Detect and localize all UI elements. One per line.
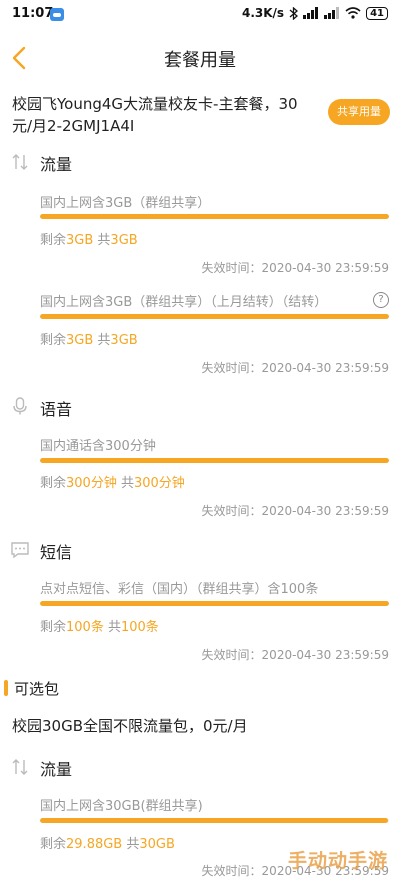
section-title-voice: 语音 xyxy=(40,400,73,419)
plan-name: 校园飞Young4G大流量校友卡-主套餐，30元/月2-2GMJ1A4I xyxy=(12,95,298,135)
wifi-icon xyxy=(345,7,361,19)
help-question-icon[interactable]: ? xyxy=(373,292,389,308)
usage-remaining: 剩余300分钟 共300分钟 xyxy=(40,476,185,491)
usage-progress-bar xyxy=(40,458,389,463)
section-title-data: 流量 xyxy=(40,155,73,174)
bluetooth-icon xyxy=(289,6,299,20)
status-indicators: 4.3K/s 41 xyxy=(242,6,388,20)
usage-remaining: 剩余3GB 共3GB xyxy=(40,233,138,248)
usage-progress-bar xyxy=(40,314,389,319)
expiry-time: 失效时间：2020-04-30 23:59:59 xyxy=(201,361,389,375)
page-title: 套餐用量 xyxy=(164,50,236,71)
expiry-time: 失效时间：2020-04-30 23:59:59 xyxy=(201,648,389,662)
section-accent-bar xyxy=(4,680,8,696)
usage-item-label: 国内上网含3GB（群组共享）（上月结转）（结转） xyxy=(40,295,328,310)
data-arrows-icon xyxy=(12,154,28,170)
expiry-time: 失效时间：2020-04-30 23:59:59 xyxy=(201,261,389,275)
usage-item-label: 国内上网含30GB(群组共享) xyxy=(40,799,203,814)
section-title-sms: 短信 xyxy=(40,543,73,562)
usage-progress-bar xyxy=(40,214,389,219)
usage-remaining: 剩余100条 共100条 xyxy=(40,620,159,635)
usage-item-label: 国内通话含300分钟 xyxy=(40,439,156,454)
usage-remaining: 剩余29.88GB 共30GB xyxy=(40,837,175,852)
nav-bar: 套餐用量 xyxy=(0,30,400,86)
data-arrows-icon xyxy=(12,759,28,775)
signal-icon-2 xyxy=(324,7,340,19)
status-time: 11:07 xyxy=(12,6,54,21)
battery-icon: 41 xyxy=(366,6,388,20)
section-title-data: 流量 xyxy=(40,760,73,779)
share-usage-button[interactable]: 共享用量 xyxy=(328,99,390,125)
status-bar: 11:07 4.3K/s 41 xyxy=(0,0,400,30)
watermark: 手动动手游 xyxy=(288,850,389,872)
message-icon xyxy=(11,542,29,559)
network-speed: 4.3K/s xyxy=(241,6,285,20)
usage-remaining: 剩余3GB 共3GB xyxy=(40,333,138,348)
usage-item-label: 点对点短信、彩信（国内）（群组共享）含100条 xyxy=(40,582,319,597)
package-name: 校园30GB全国不限流量包，0元/月 xyxy=(12,717,248,735)
usage-progress-bar xyxy=(40,601,389,606)
signal-icon xyxy=(303,7,319,19)
notification-app-icon xyxy=(50,8,64,21)
usage-progress-bar xyxy=(40,818,389,823)
expiry-time: 失效时间：2020-04-30 23:59:59 xyxy=(201,504,389,518)
optional-packages-title: 可选包 xyxy=(14,680,60,698)
microphone-icon xyxy=(13,397,27,415)
usage-item-label: 国内上网含3GB（群组共享） xyxy=(40,196,211,211)
